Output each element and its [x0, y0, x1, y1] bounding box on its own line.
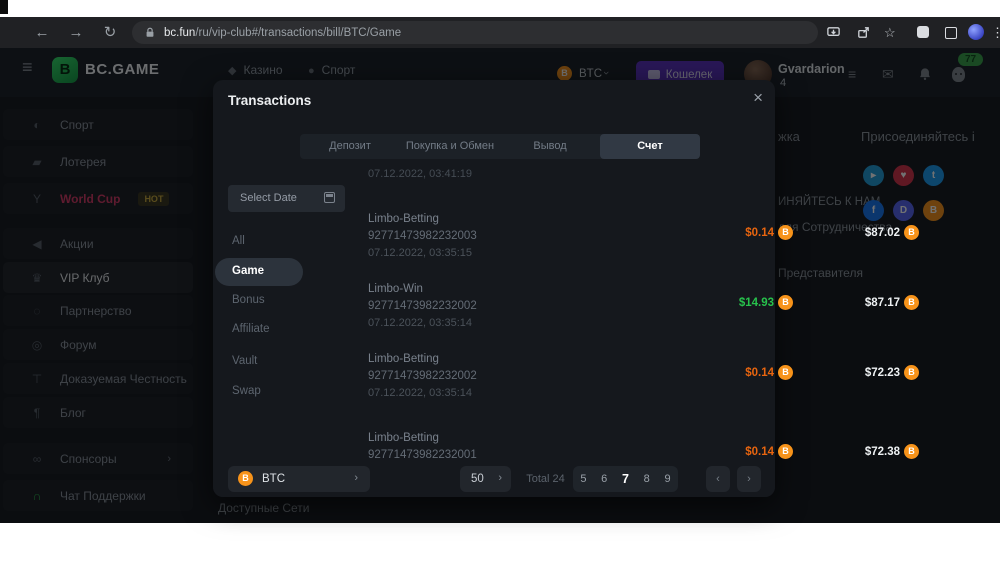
page-7[interactable]: 7 — [622, 472, 629, 486]
tx-amount-group: $0.14 B — [678, 444, 793, 459]
bitcoin-icon: B — [778, 225, 793, 240]
tx-amount: $0.14 — [745, 367, 774, 379]
bitcoin-icon: B — [904, 225, 919, 240]
tx-balance-group: $87.02 B — [813, 225, 919, 240]
page-size-selector[interactable]: 50 › — [460, 466, 511, 492]
tx-id: 92771473982232002 — [368, 300, 477, 312]
lock-icon — [144, 26, 156, 39]
modal-footer: B BTC › 50 › Total 24 5 6 7 8 9 ‹ › — [213, 465, 775, 497]
url-text: bc.fun/ru/vip-club#/transactions/bill/BT… — [164, 27, 401, 39]
tx-amount-group: $14.93 B — [678, 295, 793, 310]
select-date-label: Select Date — [240, 192, 297, 204]
tx-id: 92771473982232002 — [368, 370, 477, 382]
footer-currency-label: BTC — [262, 473, 285, 485]
tx-balance: $87.02 — [865, 227, 900, 239]
tx-amount: $0.14 — [745, 227, 774, 239]
browser-toolbar: ← → ↻ bc.fun/ru/vip-club#/transactions/b… — [0, 17, 1000, 48]
tx-id: 92771473982232003 — [368, 230, 477, 242]
tx-amount: $14.93 — [739, 297, 774, 309]
chevron-right-icon: › — [498, 472, 502, 484]
url-domain: bc.fun — [164, 27, 195, 39]
tx-balance: $72.38 — [865, 446, 900, 458]
tx-date: 07.12.2022, 03:35:14 — [368, 317, 472, 329]
bitcoin-icon: B — [778, 295, 793, 310]
tx-amount-group: $0.14 B — [678, 365, 793, 380]
page-9[interactable]: 9 — [664, 473, 670, 485]
bitcoin-icon: B — [238, 471, 253, 486]
tx-balance-group: $72.38 B — [813, 444, 919, 459]
tx-date: 07.12.2022, 03:35:14 — [368, 387, 472, 399]
total-count-label: Total 24 — [518, 473, 573, 485]
install-icon[interactable] — [826, 25, 841, 40]
corner-mark — [0, 0, 8, 14]
page-8[interactable]: 8 — [644, 473, 650, 485]
page-6[interactable]: 6 — [601, 473, 607, 485]
page-size-value: 50 — [471, 473, 484, 485]
screen: ← → ↻ bc.fun/ru/vip-club#/transactions/b… — [0, 0, 1000, 563]
tx-amount: $0.14 — [745, 446, 774, 458]
next-page-button[interactable]: › — [737, 466, 761, 492]
tx-id: 92771473982232001 — [368, 449, 477, 461]
address-bar[interactable]: bc.fun/ru/vip-club#/transactions/bill/BT… — [132, 21, 818, 44]
tab-Покупка и Обмен[interactable]: Покупка и Обмен — [400, 134, 500, 159]
transaction-row[interactable]: Limbo-Betting 92771473982232003 07.12.2022… — [368, 213, 764, 265]
filter-All[interactable]: All — [232, 235, 245, 247]
bitcoin-icon: B — [904, 444, 919, 459]
page-5[interactable]: 5 — [580, 473, 586, 485]
filter-Bonus[interactable]: Bonus — [232, 294, 265, 306]
transaction-row[interactable]: Limbo-Betting 92771473982232002 07.12.2022… — [368, 353, 764, 405]
tx-name: Limbo-Betting — [368, 432, 439, 444]
tx-name: Limbo-Betting — [368, 353, 439, 365]
tx-balance: $72.23 — [865, 367, 900, 379]
top-strip — [0, 0, 1000, 17]
menu-dots-icon[interactable]: ⋮ — [991, 24, 1000, 41]
extensions-icon[interactable] — [917, 26, 929, 38]
back-icon[interactable]: ← — [32, 17, 52, 48]
viewport-bottom — [0, 523, 1000, 563]
tab-Депозит[interactable]: Депозит — [300, 134, 400, 159]
prev-page-button[interactable]: ‹ — [706, 466, 730, 492]
modal-title: Transactions — [228, 93, 311, 108]
transactions-modal: Transactions × ДепозитПокупка и ОбменВыв… — [213, 80, 775, 497]
tx-date: 07.12.2022, 03:35:15 — [368, 247, 472, 259]
calendar-icon — [324, 192, 335, 203]
reload-icon[interactable]: ↻ — [100, 17, 120, 48]
tx-amount-group: $0.14 B — [678, 225, 793, 240]
chevron-right-icon: › — [354, 472, 358, 484]
bitcoin-icon: B — [904, 365, 919, 380]
filter-Affiliate[interactable]: Affiliate — [232, 323, 270, 335]
tab-Вывод[interactable]: Вывод — [500, 134, 600, 159]
tab-group-icon[interactable] — [945, 27, 957, 39]
url-path: /ru/vip-club#/transactions/bill/BTC/Game — [195, 27, 401, 39]
filter-Vault[interactable]: Vault — [232, 355, 257, 367]
partial-row-date: 07.12.2022, 03:41:19 — [368, 168, 472, 180]
modal-tabs: ДепозитПокупка и ОбменВыводСчет — [300, 134, 700, 159]
tx-name: Limbo-Win — [368, 283, 423, 295]
footer-currency-selector[interactable]: B BTC › — [228, 466, 370, 492]
pagination: 5 6 7 8 9 — [573, 466, 678, 492]
tab-Счет[interactable]: Счет — [600, 134, 700, 159]
select-date-button[interactable]: Select Date — [228, 185, 345, 212]
profile-avatar-icon[interactable] — [968, 24, 984, 40]
transaction-row[interactable]: Limbo-Win 92771473982232002 07.12.2022, 03… — [368, 283, 764, 335]
filter-Game[interactable]: Game — [232, 265, 264, 277]
bitcoin-icon: B — [904, 295, 919, 310]
close-icon[interactable]: × — [753, 88, 763, 108]
tx-balance: $87.17 — [865, 297, 900, 309]
tx-name: Limbo-Betting — [368, 213, 439, 225]
tx-balance-group: $72.23 B — [813, 365, 919, 380]
share-icon[interactable] — [856, 25, 871, 40]
forward-icon[interactable]: → — [66, 17, 86, 48]
bookmark-star-icon[interactable]: ☆ — [884, 24, 896, 41]
filter-Swap[interactable]: Swap — [232, 385, 261, 397]
bitcoin-icon: B — [778, 444, 793, 459]
bitcoin-icon: B — [778, 365, 793, 380]
tx-balance-group: $87.17 B — [813, 295, 919, 310]
